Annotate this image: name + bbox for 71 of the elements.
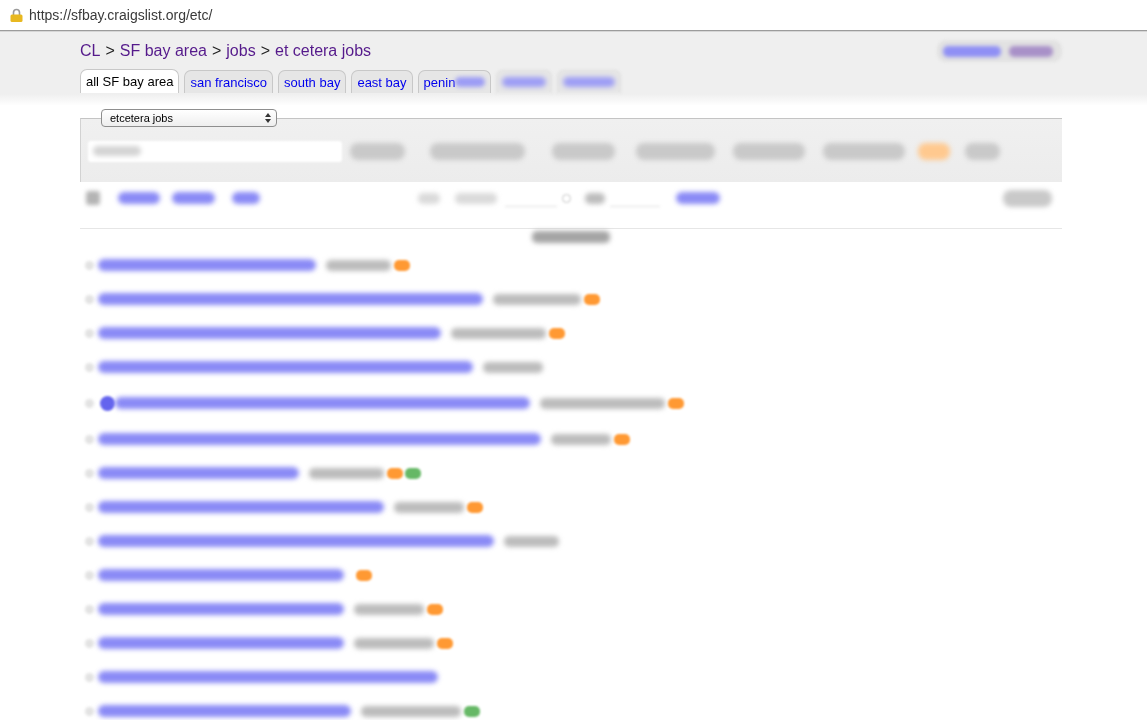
blurred-text [455,77,486,87]
blurred-button[interactable] [636,142,715,160]
blurred-link[interactable] [98,603,344,615]
blurred-link[interactable] [98,361,473,373]
blurred-button[interactable] [918,142,950,160]
blurred-tab[interactable] [496,70,553,93]
breadcrumb-link[interactable]: CL [80,42,101,60]
breadcrumb-link[interactable]: SF bay area [119,42,207,60]
blurred-link[interactable] [232,192,260,204]
blurred-button[interactable] [430,142,525,160]
blurred-dot-icon [85,672,94,682]
blurred-link[interactable] [98,671,438,683]
blurred-button[interactable] [1003,189,1052,207]
category-select[interactable]: etcetera jobs [101,109,277,127]
blurred-dot-icon [85,434,94,444]
blurred-dot-icon [85,536,94,546]
blurred-dot-icon [85,260,94,270]
breadcrumb-link[interactable]: et cetera jobs [275,42,372,60]
blurred-link[interactable] [98,535,494,547]
blurred-button[interactable] [965,142,1000,160]
blurred-link[interactable] [172,192,215,204]
blurred-dot-icon [85,706,94,716]
area-tab[interactable]: penin [417,70,492,93]
blurred-link[interactable] [98,259,316,271]
blurred-link[interactable] [98,433,541,445]
blurred-link[interactable] [98,569,344,581]
blurred-link[interactable] [676,192,720,204]
blurred-text [418,192,440,204]
updown-arrows-icon [265,113,271,123]
blurred-text [394,501,464,513]
blurred-link[interactable] [118,192,160,204]
blurred-dot-icon [85,502,94,512]
blurred-link[interactable] [98,705,351,717]
blurred-dot-icon [85,294,94,304]
blurred-link[interactable] [115,397,530,409]
blurred-link[interactable] [98,467,299,479]
blurred-square-icon [86,191,100,205]
blurred-text [354,603,424,615]
blurred-dot-icon [85,570,94,580]
area-tab[interactable]: san francisco [184,70,274,93]
blurred-dot-icon [85,398,94,408]
breadcrumb-separator: > [211,42,222,60]
blurred-button[interactable] [552,142,615,160]
blurred-text [455,192,497,204]
blurred-text [504,535,559,547]
area-tab[interactable]: south bay [278,70,347,93]
breadcrumb-link[interactable]: jobs [226,42,256,60]
blurred-dot-icon [85,604,94,614]
blurred-text [483,361,543,373]
padlock-icon [10,8,23,22]
blurred-link[interactable] [98,293,483,305]
breadcrumb-separator: > [260,42,270,60]
blurred-text [585,192,605,204]
blurred-text [326,259,391,271]
blurred-dot-icon [85,468,94,478]
search-field[interactable] [88,140,342,162]
blurred-text [93,146,141,156]
blurred-dot-icon [85,328,94,338]
blurred-button[interactable] [733,142,805,160]
blurred-link[interactable] [98,501,384,513]
blurred-button[interactable] [350,142,405,160]
blurred-link[interactable] [98,327,441,339]
blurred-text [551,433,611,445]
breadcrumb-separator: > [105,42,115,60]
blurred-button[interactable] [823,142,905,160]
blurred-link[interactable] [98,637,344,649]
blurred-tab[interactable] [557,70,622,93]
area-tab[interactable]: all SF bay area [80,69,180,93]
area-tab[interactable]: east bay [351,70,413,93]
blurred-dot-icon [85,638,94,648]
blurred-dot-icon [85,362,94,372]
